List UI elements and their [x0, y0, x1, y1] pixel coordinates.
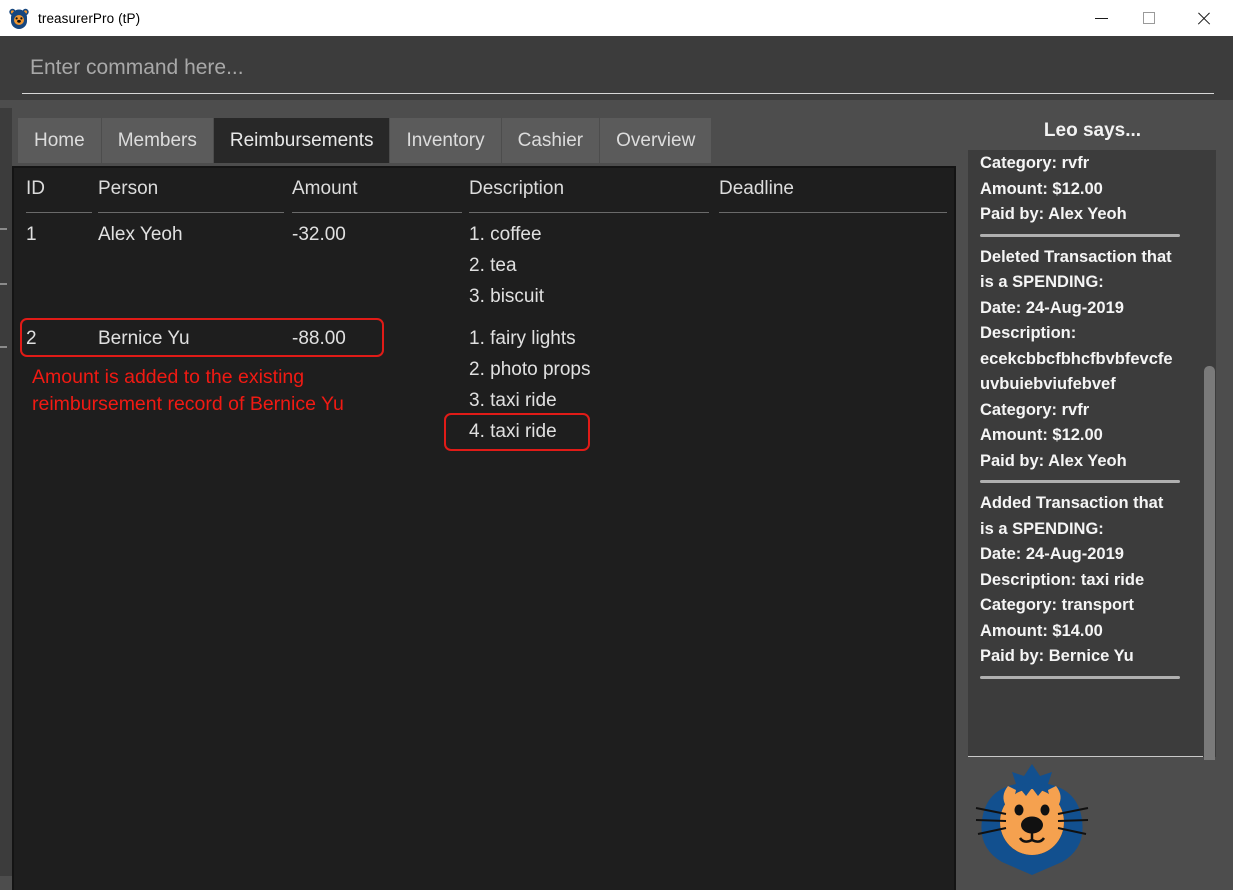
cell-description-line: 3. biscuit — [469, 286, 544, 307]
leo-card-line: is a SPENDING: — [980, 519, 1104, 538]
leo-scroll-area[interactable]: ecekcbbcfbhcfbvbfevcfe uvbuiebviufebvef … — [968, 150, 1216, 757]
leo-card-line: Description: taxi ride — [980, 570, 1145, 589]
main-content: Home Members Reimbursements Inventory Ca… — [0, 100, 1233, 890]
leo-card-separator — [980, 480, 1180, 483]
leo-card-separator — [980, 675, 1180, 679]
tab-overview[interactable]: Overview — [600, 118, 713, 163]
leo-card-line: Date: 24-Aug-2019 — [980, 545, 1124, 563]
cell-id: 2 — [26, 328, 37, 349]
leo-card: ecekcbbcfbhcfbvbfevcfe uvbuiebviufebvef … — [968, 150, 1198, 228]
cell-person: Alex Yeoh — [98, 224, 183, 245]
leo-card-line: Category: transport — [980, 596, 1135, 614]
annotation-note-line2: reimbursement record of Bernice Yu — [32, 393, 344, 415]
close-button[interactable] — [1173, 0, 1233, 36]
leo-panel: Leo says... ecekcbbcfbhcfbvbfevcfe uvbui… — [960, 108, 1225, 878]
title-bar: treasurerPro (tP) — [0, 0, 1233, 36]
leo-card-line: Paid by: Alex Yeoh — [980, 205, 1127, 223]
tab-home[interactable]: Home — [18, 118, 102, 163]
leo-card-line: Paid by: Bernice Yu — [980, 647, 1134, 665]
tab-reimbursements[interactable]: Reimbursements — [213, 118, 391, 163]
close-icon — [1196, 11, 1211, 26]
left-edge-scroll-sliver — [0, 108, 12, 876]
column-header-description[interactable]: Description — [469, 178, 564, 210]
cell-description-line: 2. tea — [469, 255, 517, 276]
header-rule — [469, 212, 709, 213]
table-header-row: ID Person Amount Description Deadline — [14, 168, 954, 213]
column-header-amount[interactable]: Amount — [292, 178, 357, 210]
cell-description-line: 2. photo props — [469, 359, 591, 380]
application-window: treasurerPro (tP) Home Members Reim — [0, 0, 1233, 890]
leo-card-line: Paid by: Alex Yeoh — [980, 451, 1127, 470]
leo-card-line: is a SPENDING: — [980, 273, 1104, 291]
leo-card: Deleted Transaction that is a SPENDING: … — [968, 245, 1198, 475]
sliver-tick — [0, 228, 7, 230]
header-rule — [292, 212, 462, 213]
tab-strip: Home Members Reimbursements Inventory Ca… — [18, 118, 713, 163]
sliver-tick — [0, 346, 7, 348]
leo-card-line: Description: — [980, 324, 1077, 342]
leo-card-line: uvbuiebviufebvef — [980, 375, 1116, 393]
cell-amount: -32.00 — [292, 224, 346, 245]
cell-person: Bernice Yu — [98, 328, 190, 349]
header-rule — [719, 212, 947, 213]
lion-mascot-icon — [975, 764, 1089, 875]
header-rule — [26, 212, 92, 213]
command-input[interactable] — [22, 50, 1214, 94]
leo-card-line: Amount: $14.00 — [980, 621, 1103, 640]
cell-id: 1 — [26, 224, 37, 245]
leo-card-line: ecekcbbcfbhcfbvbfevcfe — [980, 349, 1173, 368]
leo-card-list: ecekcbbcfbhcfbvbfevcfe uvbuiebviufebvef … — [968, 150, 1198, 687]
tab-cashier[interactable]: Cashier — [501, 118, 601, 163]
window-controls — [1077, 0, 1233, 36]
tab-inventory[interactable]: Inventory — [390, 118, 502, 163]
window-title: treasurerPro (tP) — [38, 10, 141, 26]
minimize-button[interactable] — [1077, 0, 1125, 36]
cell-amount: -88.00 — [292, 328, 346, 349]
leo-card-line: Amount: $12.00 — [980, 426, 1103, 444]
leo-card-line: Category: rvfr — [980, 400, 1090, 419]
header-rule — [98, 212, 284, 213]
column-header-person[interactable]: Person — [98, 178, 158, 210]
leo-panel-title: Leo says... — [1043, 120, 1142, 141]
command-bar — [0, 36, 1233, 100]
annotation-note-line1: Amount is added to the existing — [32, 366, 305, 388]
bear-logo-icon — [8, 7, 30, 29]
cell-description-line: 1. coffee — [469, 224, 542, 245]
leo-card-line: Category: rvfr — [980, 154, 1090, 172]
sliver-tick — [0, 283, 7, 285]
leo-card-separator — [980, 233, 1180, 237]
leo-card-line: Added Transaction that — [980, 494, 1164, 512]
cell-description-line: 3. taxi ride — [469, 390, 557, 411]
cell-description-line: 1. fairy lights — [469, 328, 576, 349]
cell-description-line: 4. taxi ride — [469, 421, 557, 442]
reimbursements-table-panel: ID Person Amount Description Deadline 1 … — [12, 166, 956, 890]
leo-mascot-area — [968, 760, 1216, 878]
tab-members[interactable]: Members — [101, 118, 214, 163]
leo-card: Added Transaction that is a SPENDING: Da… — [968, 491, 1198, 670]
leo-card-line: Deleted Transaction that — [980, 247, 1172, 266]
column-header-id[interactable]: ID — [26, 178, 45, 210]
leo-card-line: Date: 24-Aug-2019 — [980, 298, 1124, 317]
maximize-icon — [1143, 12, 1155, 24]
minimize-icon — [1094, 17, 1108, 19]
leo-card-line: Amount: $12.00 — [980, 179, 1103, 198]
table-inner: ID Person Amount Description Deadline 1 … — [14, 168, 954, 890]
column-header-deadline[interactable]: Deadline — [719, 178, 794, 210]
maximize-button[interactable] — [1125, 0, 1173, 36]
